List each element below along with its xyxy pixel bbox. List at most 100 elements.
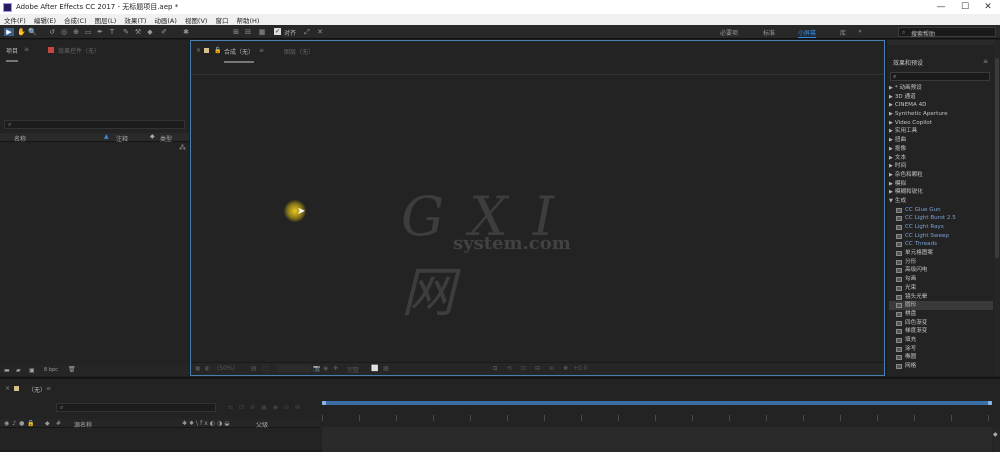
interpret-footage-icon[interactable]: ▬ <box>4 367 10 374</box>
lock-icon[interactable]: 🔓 <box>214 47 221 54</box>
flowchart-icon[interactable]: ⁂ <box>179 144 186 152</box>
resolution-dropdown[interactable]: 完整 <box>347 365 359 374</box>
pen-tool-icon[interactable]: ✒ <box>96 28 104 36</box>
timecode-field[interactable] <box>277 365 311 372</box>
new-comp-icon[interactable]: ▣ <box>29 367 35 374</box>
clone-stamp-tool-icon[interactable]: ⚒ <box>134 28 142 36</box>
panel-menu-icon[interactable]: ≡ <box>983 58 988 65</box>
work-area-start-handle[interactable] <box>322 401 326 405</box>
search-help-input[interactable]: ⌕ 搜索帮助 <box>898 27 996 38</box>
effects-category[interactable]: ▶ * 动画预设 <box>889 84 993 93</box>
camera-tool-icon[interactable]: ◎ <box>60 28 68 36</box>
effects-category[interactable]: ▶ CINEMA 4D <box>889 101 993 110</box>
frame-icon[interactable]: ⬚ <box>263 365 269 372</box>
column-parent[interactable]: 父级 <box>256 420 268 429</box>
timeline-search-input[interactable]: ⌕ <box>56 403 216 412</box>
3d-view-icon[interactable]: ⟲ <box>507 365 512 372</box>
snap-icon[interactable]: ⤢ <box>303 28 311 36</box>
tab-effect-controls[interactable]: 效果控件（无） <box>58 46 100 55</box>
right-scrollbar[interactable] <box>994 40 1000 376</box>
menu-view[interactable]: 视图(V) <box>181 15 212 25</box>
tab-timeline[interactable]: （无） <box>28 385 46 394</box>
menu-effect[interactable]: 效果(T) <box>120 15 150 25</box>
puppet-tool-icon[interactable]: ✱ <box>182 28 190 36</box>
roto-brush-tool-icon[interactable]: ✐ <box>160 28 168 36</box>
effects-category[interactable]: ▶ 3D 通道 <box>889 93 993 102</box>
zoom-tool-icon[interactable]: 🔍 <box>28 28 37 36</box>
menu-layer[interactable]: 图层(L) <box>91 15 121 25</box>
menu-help[interactable]: 帮助(H) <box>232 15 263 25</box>
effects-category[interactable]: ▶ 模糊和锐化 <box>889 188 993 197</box>
effect-item[interactable]: 单元格图案 <box>889 249 993 258</box>
effect-item-selected[interactable]: 圆形 <box>889 301 993 310</box>
effects-category[interactable]: ▶ Video Copilot <box>889 119 993 128</box>
rotate-tool-icon[interactable]: ↺ <box>48 28 56 36</box>
tab-layer[interactable]: 图层（无） <box>284 47 314 56</box>
always-preview-icon[interactable]: ▣ <box>195 365 201 372</box>
effect-item[interactable]: 镜头光晕 <box>889 293 993 302</box>
flowchart-icon[interactable]: ⊛ <box>549 365 554 372</box>
workspace-standard[interactable]: 标准 <box>763 28 775 37</box>
effect-item[interactable]: CC Light Sweep <box>889 232 993 241</box>
effects-category[interactable]: ▶ 扭曲 <box>889 136 993 145</box>
tab-composition[interactable]: 合成（无） <box>224 47 255 63</box>
effect-item[interactable]: 棋盘 <box>889 310 993 319</box>
effect-item[interactable]: 四色渐变 <box>889 319 993 328</box>
snapping-checkbox[interactable]: ✓ <box>274 28 281 35</box>
effect-item[interactable]: CC Light Burst 2.5 <box>889 214 993 223</box>
panel-menu-icon[interactable]: ≡ <box>46 385 51 392</box>
selection-tool-icon[interactable]: ▶ <box>4 28 14 36</box>
mask-tool-icon[interactable]: ▭ <box>84 28 92 36</box>
effects-category[interactable]: ▶ Synthetic Aperture <box>889 110 993 119</box>
mask-icon[interactable]: ▤ <box>251 365 257 372</box>
effect-item[interactable]: 光束 <box>889 284 993 293</box>
effect-item[interactable]: 网格 <box>889 362 993 371</box>
menu-animation[interactable]: 动画(A) <box>150 15 181 25</box>
pan-behind-tool-icon[interactable]: ⊕ <box>72 28 80 36</box>
snapshot-icon[interactable]: 📷 <box>313 365 320 372</box>
tab-effects-presets[interactable]: 效果和预设 <box>893 58 923 67</box>
effect-item[interactable]: 分形 <box>889 258 993 267</box>
timeline-switches-icons[interactable]: ⇆⊡⊕▣◉⊘⊞ <box>228 404 306 411</box>
time-ruler[interactable] <box>322 407 992 421</box>
workspace-libraries[interactable]: 库 <box>840 28 846 37</box>
effects-category[interactable]: ▶ 模拟 <box>889 180 993 189</box>
brush-tool-icon[interactable]: ✎ <box>122 28 130 36</box>
expand-icon[interactable]: ✕ <box>316 28 324 36</box>
effect-item[interactable]: 椭圆 <box>889 353 993 362</box>
trash-icon[interactable]: 🗑 <box>68 366 76 373</box>
column-type[interactable]: 类型 <box>160 134 172 143</box>
effects-category[interactable]: ▶ 时间 <box>889 162 993 171</box>
effect-item[interactable]: 涂写 <box>889 345 993 354</box>
new-folder-icon[interactable]: ▰ <box>16 367 21 374</box>
zoom-handle-icon[interactable]: ◆ <box>993 431 998 438</box>
effects-category[interactable]: ▶ 杂色和颗粒 <box>889 171 993 180</box>
close-tab-icon[interactable]: × <box>196 47 201 54</box>
menu-file[interactable]: 文件(F) <box>0 15 30 25</box>
panel-menu-icon[interactable]: ≡ <box>24 46 29 53</box>
grid-icon[interactable]: ◐ <box>205 365 210 372</box>
workspace-more-icon[interactable]: » <box>858 28 862 35</box>
region-icon[interactable]: ⬜ <box>371 365 378 372</box>
menu-edit[interactable]: 编辑(E) <box>30 15 60 25</box>
zoom-dropdown[interactable]: (50%) <box>217 365 235 372</box>
effect-item[interactable]: CC Light Rays <box>889 223 993 232</box>
effect-item[interactable]: 梯度渐变 <box>889 327 993 336</box>
close-tab-icon[interactable]: × <box>5 385 10 392</box>
world-axis-icon[interactable]: ⊟ <box>244 28 252 36</box>
work-area-bar[interactable] <box>322 401 992 405</box>
timeline-track-area[interactable] <box>322 427 992 452</box>
effects-category[interactable]: ▶ 抠像 <box>889 145 993 154</box>
timeline-icon[interactable]: ⊞ <box>535 365 540 372</box>
exposure-icon[interactable]: ✺ <box>563 365 568 372</box>
effect-item[interactable]: 填充 <box>889 336 993 345</box>
project-search-input[interactable]: ⌕ <box>4 120 185 129</box>
menu-window[interactable]: 窗口 <box>211 15 232 25</box>
tab-project[interactable]: 项目 <box>6 46 19 62</box>
workspace-essentials[interactable]: 必要项 <box>720 28 738 37</box>
show-snapshot-icon[interactable]: ◉ <box>323 365 328 372</box>
channel-icon[interactable]: ✚ <box>333 365 338 372</box>
local-axis-icon[interactable]: ⊞ <box>232 28 240 36</box>
av-switches-icons[interactable]: ◉♪●🔒 <box>4 420 38 427</box>
column-source-name[interactable]: 源名称 <box>74 420 92 429</box>
